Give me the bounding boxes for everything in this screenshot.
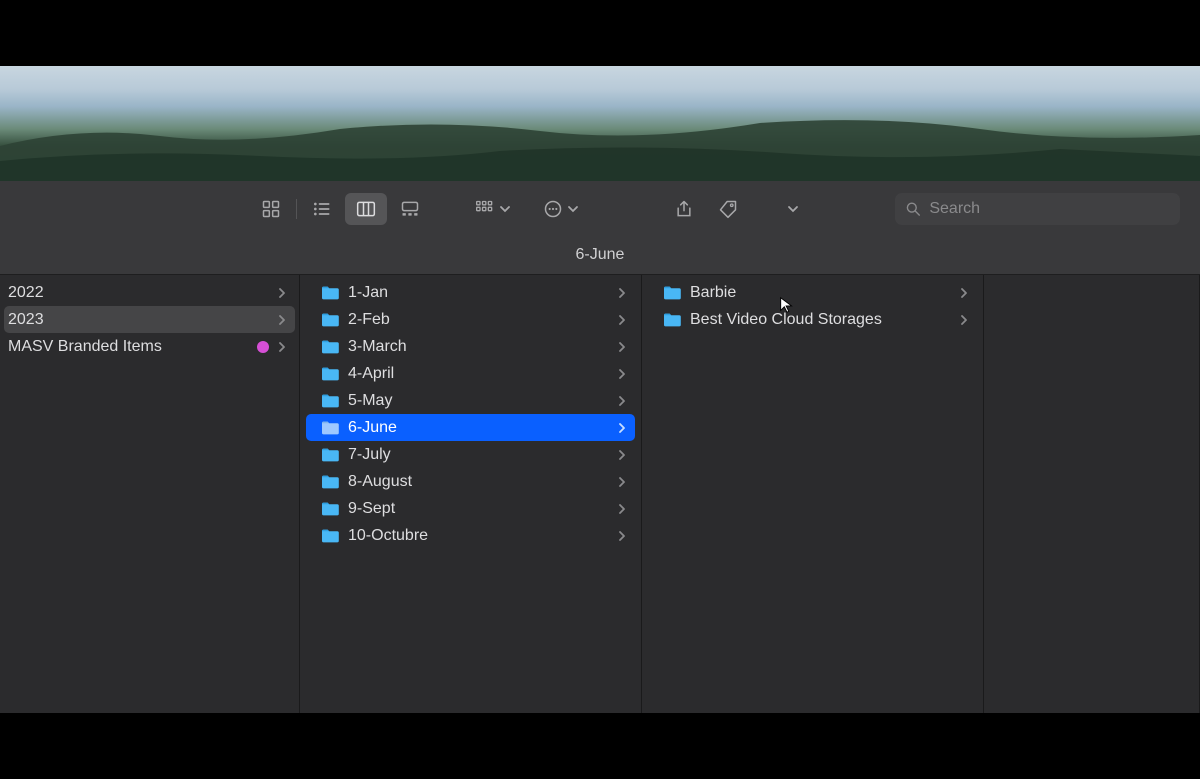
folder-label: 9-Sept bbox=[348, 500, 609, 518]
folder-icon bbox=[320, 474, 340, 490]
view-mode-group bbox=[250, 193, 431, 225]
grid-icon bbox=[261, 199, 281, 219]
folder-label: Best Video Cloud Storages bbox=[690, 311, 951, 329]
folder-row[interactable]: 10-Octubre bbox=[306, 522, 635, 549]
folder-row[interactable]: 2-Feb bbox=[306, 306, 635, 333]
letterbox-top bbox=[0, 0, 1200, 66]
folder-row[interactable]: Best Video Cloud Storages bbox=[648, 306, 977, 333]
view-columns-button[interactable] bbox=[345, 193, 387, 225]
chevron-right-icon bbox=[277, 342, 287, 352]
folder-icon bbox=[320, 447, 340, 463]
columns-area: 2022 2023 MASV Branded Items 1-Jan 2-Feb 3… bbox=[0, 275, 1200, 713]
folder-row[interactable]: 2022 bbox=[4, 279, 295, 306]
search-icon bbox=[905, 200, 921, 218]
chevron-down-icon bbox=[567, 203, 579, 215]
group-icon bbox=[475, 199, 495, 219]
folder-row[interactable]: 8-August bbox=[306, 468, 635, 495]
chevron-down-icon bbox=[499, 203, 511, 215]
letterbox-bottom bbox=[0, 713, 1200, 775]
toolbar bbox=[0, 181, 1200, 237]
view-list-button[interactable] bbox=[301, 193, 343, 225]
tag-dot bbox=[257, 341, 269, 353]
folder-row[interactable]: 7-July bbox=[306, 441, 635, 468]
separator bbox=[296, 199, 297, 219]
chevron-right-icon bbox=[617, 342, 627, 352]
finder-window: 6-June 2022 2023 MASV Branded Items 1-Jan … bbox=[0, 181, 1200, 713]
folder-row[interactable]: 2023 bbox=[4, 306, 295, 333]
more-dropdown-button[interactable] bbox=[781, 193, 805, 225]
folder-icon bbox=[320, 528, 340, 544]
column-4[interactable] bbox=[984, 275, 1200, 713]
folder-icon bbox=[320, 393, 340, 409]
gallery-icon bbox=[400, 199, 420, 219]
chevron-right-icon bbox=[277, 288, 287, 298]
column-2[interactable]: 1-Jan 2-Feb 3-March 4-April 5-May 6-June… bbox=[300, 275, 642, 713]
folder-label: 3-March bbox=[348, 338, 609, 356]
folder-label: 10-Octubre bbox=[348, 527, 609, 545]
folder-label: 8-August bbox=[348, 473, 609, 491]
column-1[interactable]: 2022 2023 MASV Branded Items bbox=[0, 275, 300, 713]
path-title: 6-June bbox=[0, 237, 1200, 275]
desktop-wallpaper bbox=[0, 66, 1200, 181]
folder-icon bbox=[320, 501, 340, 517]
folder-row[interactable]: 5-May bbox=[306, 387, 635, 414]
chevron-right-icon bbox=[617, 369, 627, 379]
folder-label: 5-May bbox=[348, 392, 609, 410]
folder-label: 7-July bbox=[348, 446, 609, 464]
share-icon bbox=[674, 199, 694, 219]
chevron-right-icon bbox=[959, 315, 969, 325]
folder-label: MASV Branded Items bbox=[8, 338, 249, 356]
chevron-right-icon bbox=[617, 423, 627, 433]
view-gallery-button[interactable] bbox=[389, 193, 431, 225]
column-3[interactable]: Barbie Best Video Cloud Storages bbox=[642, 275, 984, 713]
folder-row[interactable]: 9-Sept bbox=[306, 495, 635, 522]
folder-label: 2022 bbox=[8, 284, 269, 302]
search-field[interactable] bbox=[895, 193, 1180, 225]
folder-row[interactable]: 4-April bbox=[306, 360, 635, 387]
chevron-right-icon bbox=[617, 396, 627, 406]
chevron-right-icon bbox=[617, 531, 627, 541]
group-by-button[interactable] bbox=[469, 193, 517, 225]
folder-icon bbox=[320, 366, 340, 382]
tags-button[interactable] bbox=[707, 193, 749, 225]
folder-icon bbox=[320, 312, 340, 328]
chevron-right-icon bbox=[959, 288, 969, 298]
folder-row[interactable]: MASV Branded Items bbox=[4, 333, 295, 360]
ellipsis-circle-icon bbox=[543, 199, 563, 219]
columns-icon bbox=[356, 199, 376, 219]
folder-icon bbox=[662, 285, 682, 301]
list-icon bbox=[312, 199, 332, 219]
folder-icon bbox=[320, 339, 340, 355]
action-menu-button[interactable] bbox=[537, 193, 585, 225]
tag-icon bbox=[718, 199, 738, 219]
share-tag-group bbox=[663, 193, 805, 225]
search-input[interactable] bbox=[929, 200, 1170, 218]
chevron-right-icon bbox=[617, 477, 627, 487]
view-icon-grid-button[interactable] bbox=[250, 193, 292, 225]
chevron-right-icon bbox=[617, 504, 627, 514]
folder-row[interactable]: 3-March bbox=[306, 333, 635, 360]
share-button[interactable] bbox=[663, 193, 705, 225]
folder-label: Barbie bbox=[690, 284, 951, 302]
chevron-right-icon bbox=[617, 288, 627, 298]
folder-icon bbox=[662, 312, 682, 328]
folder-label: 2-Feb bbox=[348, 311, 609, 329]
folder-icon bbox=[320, 420, 340, 436]
chevron-right-icon bbox=[617, 450, 627, 460]
folder-label: 2023 bbox=[8, 311, 269, 329]
chevron-right-icon bbox=[277, 315, 287, 325]
folder-row[interactable]: 6-June bbox=[306, 414, 635, 441]
folder-label: 4-April bbox=[348, 365, 609, 383]
folder-icon bbox=[320, 285, 340, 301]
folder-label: 1-Jan bbox=[348, 284, 609, 302]
folder-row[interactable]: Barbie bbox=[648, 279, 977, 306]
chevron-down-icon bbox=[787, 203, 799, 215]
folder-row[interactable]: 1-Jan bbox=[306, 279, 635, 306]
group-sort-group bbox=[469, 193, 585, 225]
chevron-right-icon bbox=[617, 315, 627, 325]
folder-label: 6-June bbox=[348, 419, 609, 437]
